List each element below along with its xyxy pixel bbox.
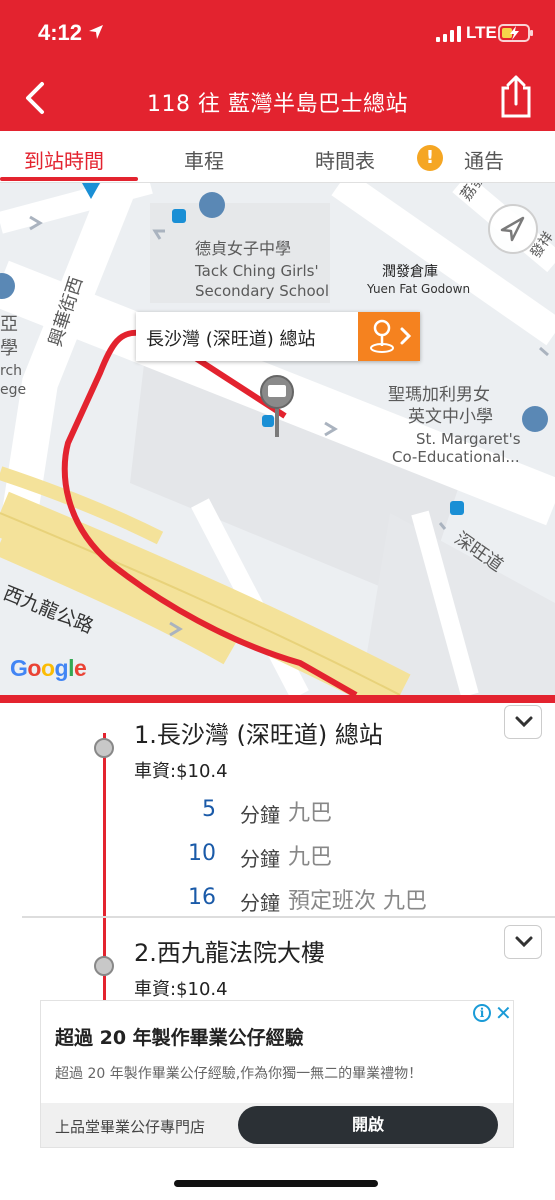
ad-open-button[interactable]: 開啟 — [238, 1106, 498, 1144]
status-bar: 4:12 LTE — [0, 0, 555, 70]
stop-marker — [94, 956, 114, 976]
ad-info-icon[interactable]: i — [473, 1004, 491, 1022]
map-label-school1-en-2: Secondary School — [195, 282, 330, 300]
ad-description: 超過 20 年製作畢業公仔經驗,作為你獨一無二的畢業禮物！ — [55, 1066, 423, 1082]
stop-callout[interactable]: 長沙灣 (深旺道) 總站 — [136, 312, 420, 361]
expand-stop-button[interactable] — [504, 925, 542, 959]
stop-fare: 車資:$10.4 — [134, 979, 228, 1000]
tab-timetable[interactable]: 時間表 — [315, 145, 375, 174]
google-logo: Google — [10, 655, 87, 681]
map-label-school2-zh-2: 英文中小學 — [408, 407, 493, 427]
map-label-edge-1: 亞 — [0, 314, 18, 335]
map-label-school2-en-2: Co-Educational... — [392, 448, 520, 466]
tab-journey[interactable]: 車程 — [184, 145, 224, 174]
eta-operator: 九巴 — [288, 801, 333, 826]
map-label-edge-4: ege — [0, 382, 27, 398]
stop-separator — [22, 916, 555, 918]
active-tab-indicator — [0, 177, 138, 181]
eta-minutes: 16 — [188, 885, 216, 910]
status-time: 4:12 — [38, 20, 83, 45]
map-label-edge-2: 學 — [0, 338, 18, 359]
ad-close-icon[interactable]: ✕ — [495, 1001, 512, 1025]
map-label-school2-zh-1: 聖瑪加利男女 — [388, 385, 490, 405]
stop-name[interactable]: 2.西九龍法院大樓 — [134, 933, 325, 968]
route-map[interactable]: 德貞女子中學 Tack Ching Girls' Secondary Schoo… — [0, 183, 555, 695]
eta-minutes: 5 — [202, 797, 216, 822]
battery-charging-icon — [498, 24, 533, 42]
bus-stop-arrow-icon — [370, 319, 412, 353]
ad-brand: 上品堂畢業公仔專門店 — [55, 1118, 206, 1136]
eta-unit: 分鐘 — [240, 891, 280, 915]
compass-arrow-icon — [500, 216, 525, 242]
stop-marker — [94, 738, 114, 758]
ad-title[interactable]: 超過 20 年製作畢業公仔經驗 — [55, 1023, 304, 1050]
tab-arrival-time[interactable]: 到站時間 — [24, 145, 104, 174]
map-label-school1-zh: 德貞女子中學 — [195, 239, 292, 258]
chevron-down-icon — [515, 716, 533, 728]
ad-banner[interactable]: i ✕ 超過 20 年製作畢業公仔經驗 超過 20 年製作畢業公仔經驗,作為你獨… — [40, 1000, 514, 1148]
ad-footer: 上品堂畢業公仔專門店 開啟 — [41, 1103, 513, 1147]
callout-details-button[interactable] — [358, 312, 420, 361]
warning-icon: ! — [417, 145, 443, 171]
compass-button[interactable] — [488, 204, 538, 254]
signal-icon — [436, 26, 461, 42]
map-label-godown-en: Yuen Fat Godown — [367, 282, 471, 296]
tab-bar: 到站時間 車程 時間表 ! 通告 — [0, 131, 555, 183]
map-label-school2-en-1: St. Margaret's — [416, 430, 521, 448]
home-indicator[interactable] — [174, 1180, 378, 1187]
callout-stop-name: 長沙灣 (深旺道) 總站 — [146, 329, 316, 350]
share-button[interactable] — [496, 74, 536, 120]
eta-operator: 預定班次 九巴 — [288, 889, 427, 914]
app-header: 4:12 LTE 118 往 藍灣半島巴士總站 — [0, 0, 555, 131]
map-divider — [0, 695, 555, 703]
map-label-school1-en-1: Tack Ching Girls' — [195, 262, 319, 280]
stop-fare: 車資:$10.4 — [134, 761, 228, 782]
stop-name[interactable]: 1.長沙灣 (深旺道) 總站 — [134, 715, 383, 750]
chevron-down-icon — [515, 936, 533, 948]
network-label: LTE — [466, 23, 497, 42]
expand-stop-button[interactable] — [504, 705, 542, 739]
eta-operator: 九巴 — [288, 845, 333, 870]
location-arrow-icon — [89, 25, 103, 39]
eta-unit: 分鐘 — [240, 847, 280, 871]
eta-minutes: 10 — [188, 841, 216, 866]
page-title: 118 往 藍灣半島巴士總站 — [147, 92, 408, 117]
eta-unit: 分鐘 — [240, 803, 280, 827]
map-label-edge-3: rch — [0, 363, 23, 379]
tab-notices[interactable]: 通告 — [464, 145, 504, 174]
